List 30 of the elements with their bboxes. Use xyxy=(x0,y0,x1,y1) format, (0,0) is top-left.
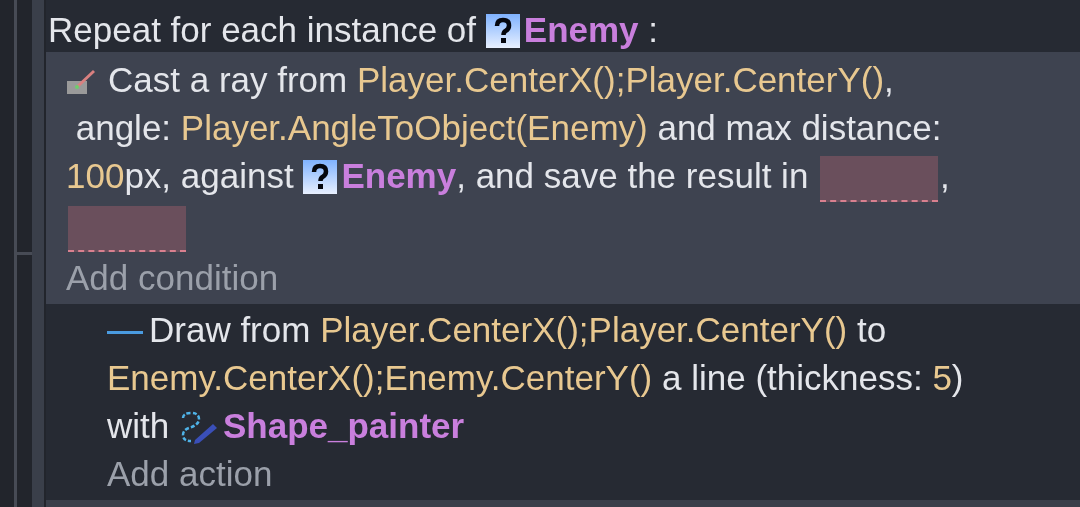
empty-field[interactable] xyxy=(820,156,939,202)
object-name[interactable]: Enemy xyxy=(523,10,639,49)
object-name[interactable]: Enemy xyxy=(341,156,457,195)
event-text: with xyxy=(107,405,171,447)
event-text: ) xyxy=(951,357,964,399)
event-text: a line (thickness: xyxy=(661,357,924,399)
event-text: Cast a ray from xyxy=(108,59,349,101)
event-text: , and save the result in xyxy=(456,155,810,197)
add-action-link[interactable]: Add action xyxy=(107,454,273,493)
empty-field[interactable] xyxy=(68,206,186,252)
event-text: Repeat for each instance of xyxy=(48,9,478,51)
expression-value[interactable]: Enemy.CenterX();Enemy.CenterY() xyxy=(107,354,653,402)
expression-value[interactable]: 100 xyxy=(66,152,125,200)
expression-value[interactable]: 5 xyxy=(932,354,952,402)
expression-value[interactable]: Player.AngleToObject(Enemy) xyxy=(180,104,648,152)
event-text: px, against xyxy=(124,155,295,197)
event-text: , xyxy=(940,155,950,197)
question-mark-icon xyxy=(303,160,338,194)
event-text: : xyxy=(647,9,658,51)
add-condition-link[interactable]: Add condition xyxy=(66,258,279,297)
event-text: Draw from xyxy=(149,309,312,351)
expression-value[interactable]: Player.CenterX();Player.CenterY() xyxy=(320,306,848,354)
event-text: , xyxy=(884,59,894,101)
question-mark-icon xyxy=(485,14,520,48)
object-name[interactable]: Shape_painter xyxy=(222,406,465,445)
event-text: angle: xyxy=(74,107,173,149)
event-text: and max distance: xyxy=(656,107,943,149)
expression-value[interactable]: Player.CenterX();Player.CenterY() xyxy=(356,56,885,104)
line-icon xyxy=(107,330,143,335)
event-text: to xyxy=(856,309,888,351)
